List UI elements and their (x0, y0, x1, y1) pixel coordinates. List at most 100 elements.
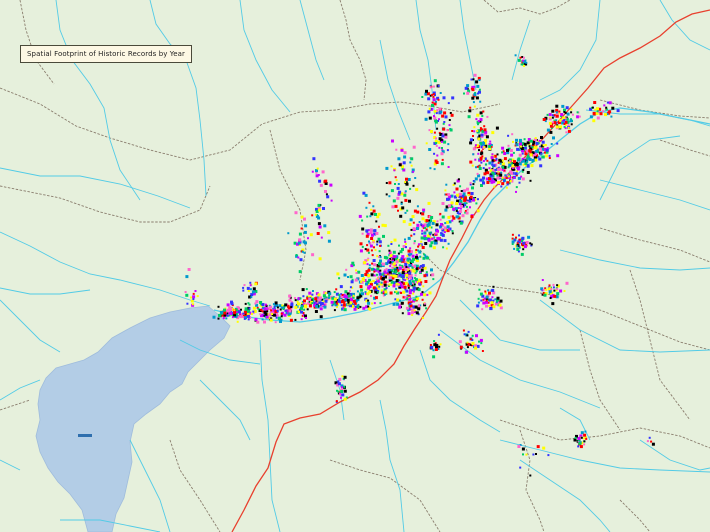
record-point (375, 278, 378, 281)
map-view[interactable]: Spatial Footprint of Historic Records by… (0, 0, 710, 532)
record-point (300, 306, 303, 310)
record-point (408, 271, 412, 275)
record-point (263, 310, 267, 314)
record-point (380, 281, 383, 284)
record-point (226, 303, 230, 307)
record-point (529, 139, 533, 143)
record-point (388, 195, 391, 198)
record-point (459, 345, 463, 349)
record-point (529, 242, 532, 245)
record-point (187, 268, 191, 271)
record-point (247, 290, 250, 292)
record-point (514, 172, 518, 176)
record-point (368, 285, 372, 288)
record-point (385, 193, 388, 196)
record-point (367, 301, 371, 305)
record-point (472, 135, 474, 137)
record-point (501, 146, 505, 150)
record-point (260, 309, 263, 311)
record-point (522, 248, 525, 251)
record-point (335, 288, 338, 291)
record-point (484, 290, 487, 293)
record-point (507, 144, 510, 147)
record-point (408, 264, 412, 267)
record-point (583, 443, 586, 446)
record-point (556, 292, 560, 296)
record-point (366, 248, 370, 252)
record-point (519, 142, 522, 146)
record-point (347, 276, 349, 278)
record-point (495, 157, 498, 160)
record-point (479, 338, 483, 342)
record-point (366, 292, 370, 296)
record-point (487, 289, 490, 292)
record-point (249, 281, 252, 284)
record-point (495, 126, 499, 130)
record-point (254, 282, 258, 286)
record-point (422, 285, 425, 288)
record-point (472, 153, 475, 156)
record-point (551, 109, 555, 113)
record-point (301, 288, 305, 292)
record-point (596, 110, 599, 113)
record-point (414, 277, 416, 280)
record-point (518, 238, 521, 241)
record-point (405, 273, 409, 277)
record-point (294, 299, 297, 302)
record-point (276, 314, 279, 317)
record-point (489, 140, 492, 143)
record-point (376, 267, 380, 271)
record-point (343, 397, 347, 401)
record-point (429, 86, 432, 89)
record-point (651, 442, 655, 446)
record-point (303, 299, 306, 303)
record-point (367, 251, 370, 254)
record-point (379, 244, 382, 247)
record-point (326, 195, 330, 199)
record-point (300, 310, 304, 314)
record-point (505, 186, 508, 189)
record-point (336, 272, 340, 276)
record-point (416, 210, 420, 214)
record-point (450, 201, 454, 205)
record-point (460, 196, 463, 199)
record-point (276, 310, 279, 312)
record-point (330, 300, 334, 304)
record-point (513, 176, 516, 179)
record-point (361, 292, 364, 296)
record-point (548, 154, 551, 157)
record-point (433, 340, 436, 343)
record-point (583, 433, 587, 437)
record-point (402, 220, 406, 224)
record-point (378, 272, 382, 276)
record-point (534, 137, 537, 140)
record-point (444, 222, 447, 225)
record-point (385, 268, 388, 271)
record-point (405, 278, 408, 281)
record-point (434, 120, 438, 124)
record-point (489, 175, 492, 178)
record-point (492, 285, 495, 288)
record-point (311, 170, 314, 173)
record-point (404, 238, 406, 241)
record-point (409, 277, 412, 280)
record-point (451, 219, 454, 222)
record-point (398, 305, 402, 309)
record-point (446, 129, 449, 132)
record-point (522, 163, 525, 166)
record-point (431, 237, 434, 240)
record-point (277, 316, 281, 320)
record-point (218, 313, 221, 317)
record-point (421, 229, 424, 232)
record-point (373, 270, 376, 273)
record-point (424, 280, 428, 283)
record-point (412, 221, 415, 224)
record-point (410, 234, 413, 237)
record-point (343, 375, 347, 379)
map-canvas[interactable] (0, 0, 710, 532)
record-point (442, 224, 445, 227)
record-point (453, 191, 456, 194)
record-point (499, 167, 502, 171)
record-point (458, 210, 462, 213)
record-point (364, 291, 367, 294)
